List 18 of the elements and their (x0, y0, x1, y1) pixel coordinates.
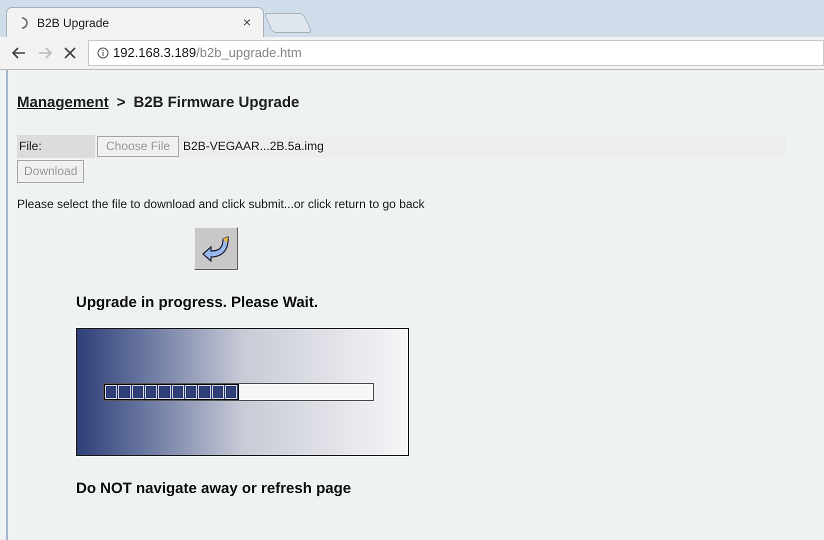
return-arrow-icon (201, 234, 231, 262)
breadcrumb-link[interactable]: Management (17, 92, 109, 114)
file-name: B2B-VEGAAR...2B.5a.img (183, 138, 324, 155)
close-tab-button[interactable]: × (242, 12, 251, 33)
browser-tab[interactable]: B2B Upgrade × (6, 7, 264, 37)
instructions-text: Please select the file to download and click submit...or click return to go back (17, 196, 426, 212)
breadcrumb-separator: > (116, 93, 126, 113)
warning-text: Do NOT navigate away or refresh page (76, 479, 352, 499)
tab-title: B2B Upgrade (37, 14, 110, 32)
close-icon[interactable] (64, 47, 76, 59)
return-button[interactable] (194, 226, 238, 270)
loading-icon (19, 16, 29, 28)
info-icon (97, 47, 109, 59)
page-title: B2B Firmware Upgrade (133, 93, 300, 113)
address-bar[interactable]: 192.168.3.189/b2b_upgrade.htm (88, 40, 824, 66)
back-icon[interactable] (12, 47, 26, 59)
file-label: File: (18, 138, 43, 155)
status-heading: Upgrade in progress. Please Wait. (76, 292, 320, 312)
